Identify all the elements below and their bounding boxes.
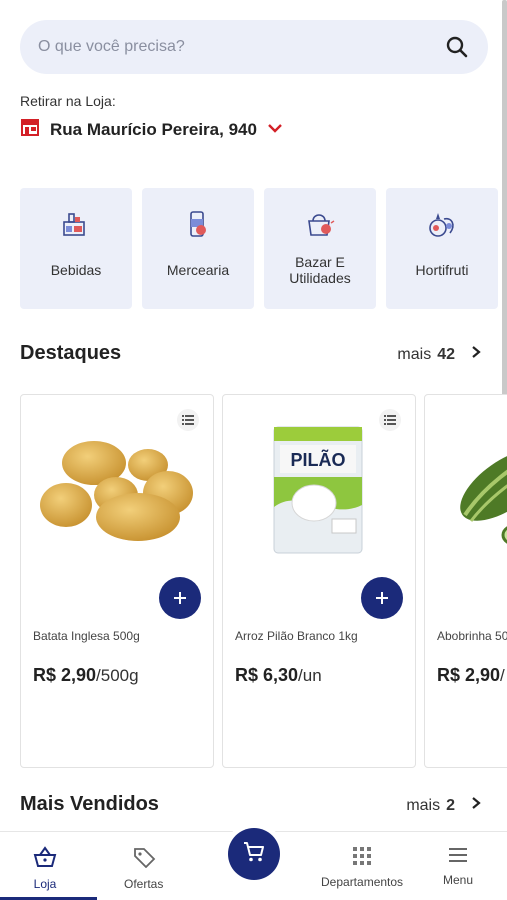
- price-value: R$ 2,90: [33, 665, 97, 685]
- product-card[interactable]: Abobrinha 50 R$ 2,90/: [424, 394, 507, 768]
- price-unit: /un: [298, 666, 322, 685]
- price-value: R$ 6,30: [235, 665, 299, 685]
- store-icon: [20, 118, 40, 141]
- category-list: Bebidas Mercearia Bazar E Utilidades Hor…: [20, 188, 498, 309]
- category-bebidas[interactable]: Bebidas: [20, 188, 132, 309]
- bazaar-icon: [304, 206, 336, 242]
- basket-icon: [33, 846, 57, 871]
- nav-ofertas[interactable]: Ofertas: [124, 846, 163, 891]
- nav-label: Ofertas: [124, 877, 164, 891]
- category-label: Mercearia: [166, 261, 230, 278]
- produce-icon: [426, 206, 458, 242]
- price-unit: /: [500, 666, 505, 685]
- product-name: Arroz Pilão Branco 1kg: [235, 629, 358, 643]
- hamburger-icon: [447, 846, 469, 867]
- nav-loja[interactable]: Loja: [33, 846, 57, 891]
- product-card[interactable]: PILÃO Arroz Pilão Branco 1kg R$ 6,30/un: [222, 394, 416, 768]
- more-label: mais: [397, 345, 432, 363]
- store-name: Rua Maurício Pereira, 940: [50, 119, 257, 139]
- cart-button[interactable]: [228, 828, 280, 880]
- section-title-destaques: Destaques: [20, 342, 122, 364]
- category-label: Bazar E Utilidades: [289, 253, 351, 286]
- drinks-icon: [61, 206, 91, 242]
- search-icon[interactable]: [444, 34, 470, 60]
- cart-icon: [242, 840, 266, 869]
- rice-brand-text: PILÃO: [290, 449, 345, 470]
- product-price: R$ 2,90/: [437, 665, 505, 686]
- price-value: R$ 2,90: [437, 665, 501, 685]
- nav-label: Departamentos: [321, 875, 404, 889]
- app-screen: Retirar na Loja: Rua Maurício Pereira, 9…: [0, 0, 507, 900]
- product-name: Abobrinha 50: [437, 629, 507, 643]
- category-label: Bebidas: [50, 261, 102, 278]
- zucchini-image: [445, 425, 507, 555]
- product-price: R$ 2,90/500g: [33, 665, 139, 686]
- store-selector[interactable]: Rua Maurício Pereira, 940: [20, 118, 283, 141]
- category-label: Hortifruti: [415, 261, 469, 278]
- product-price: R$ 6,30/un: [235, 665, 322, 686]
- tag-icon: [132, 846, 156, 871]
- search-bar[interactable]: [20, 20, 488, 74]
- grocery-icon: [183, 206, 213, 242]
- chevron-right-icon: [471, 796, 481, 815]
- more-count: 42: [437, 345, 455, 363]
- more-label: mais: [406, 796, 441, 814]
- add-to-cart-button[interactable]: [159, 577, 201, 619]
- product-carousel[interactable]: Batata Inglesa 500g R$ 2,90/500g PILÃO A…: [20, 394, 507, 768]
- product-card[interactable]: Batata Inglesa 500g R$ 2,90/500g: [20, 394, 214, 768]
- nav-label: Menu: [443, 873, 474, 887]
- mais-vendidos-more-link[interactable]: mais 2: [406, 796, 481, 815]
- nav-menu[interactable]: Menu: [443, 846, 473, 887]
- product-name: Batata Inglesa 500g: [33, 629, 140, 643]
- chevron-right-icon: [471, 345, 481, 364]
- nav-label: Loja: [33, 877, 57, 891]
- price-unit: /500g: [96, 666, 139, 685]
- potatoes-image: [31, 425, 201, 555]
- destaques-more-link[interactable]: mais 42: [397, 345, 481, 364]
- search-input[interactable]: [38, 38, 444, 56]
- rice-bag-image: PILÃO: [233, 425, 403, 555]
- chevron-down-icon[interactable]: [267, 121, 283, 139]
- store-label: Retirar na Loja:: [20, 93, 116, 109]
- section-title-mais-vendidos: Mais Vendidos: [20, 793, 159, 815]
- add-to-cart-button[interactable]: [361, 577, 403, 619]
- more-count: 2: [446, 796, 455, 814]
- grid-icon: [352, 846, 372, 869]
- category-mercearia[interactable]: Mercearia: [142, 188, 254, 309]
- category-bazar[interactable]: Bazar E Utilidades: [264, 188, 376, 309]
- category-hortifruti[interactable]: Hortifruti: [386, 188, 498, 309]
- nav-departamentos[interactable]: Departamentos: [321, 846, 403, 889]
